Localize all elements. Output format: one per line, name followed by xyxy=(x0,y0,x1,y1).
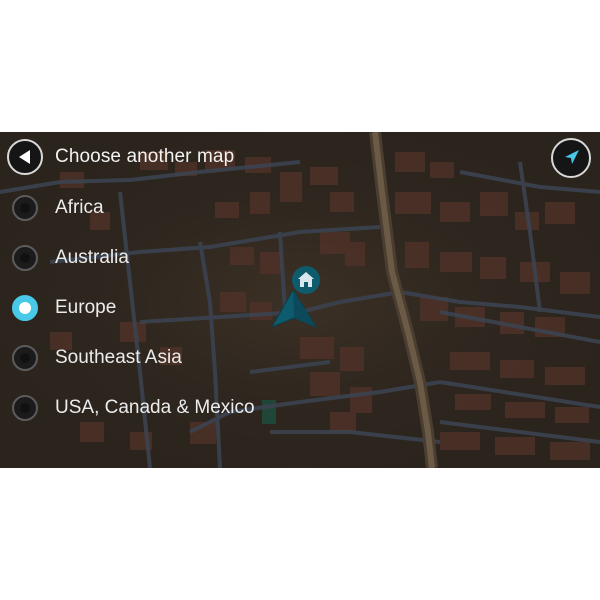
back-arrow-icon xyxy=(19,150,30,164)
radio-button[interactable] xyxy=(12,345,38,371)
page-title: Choose another map xyxy=(55,146,235,167)
option-africa[interactable]: Africa xyxy=(0,186,300,230)
radio-button[interactable] xyxy=(12,195,38,221)
option-europe[interactable]: Europe xyxy=(0,286,300,330)
radio-button-selected[interactable] xyxy=(12,295,38,321)
option-australia[interactable]: Australia xyxy=(0,236,300,280)
radio-button[interactable] xyxy=(12,395,38,421)
option-label: Europe xyxy=(55,297,117,318)
option-label: Africa xyxy=(55,197,104,218)
navigate-button[interactable] xyxy=(551,138,591,178)
option-usa-canada-mexico[interactable]: USA, Canada & Mexico xyxy=(0,386,300,430)
navigation-arrow-icon xyxy=(565,150,579,164)
option-southeast-asia[interactable]: Southeast Asia xyxy=(0,336,300,380)
option-label: Southeast Asia xyxy=(55,347,182,368)
back-button[interactable] xyxy=(7,139,43,175)
option-label: USA, Canada & Mexico xyxy=(55,397,255,418)
radio-button[interactable] xyxy=(12,245,38,271)
map-screen: Choose another map Africa Australia Euro… xyxy=(0,132,600,468)
option-label: Australia xyxy=(55,247,129,268)
